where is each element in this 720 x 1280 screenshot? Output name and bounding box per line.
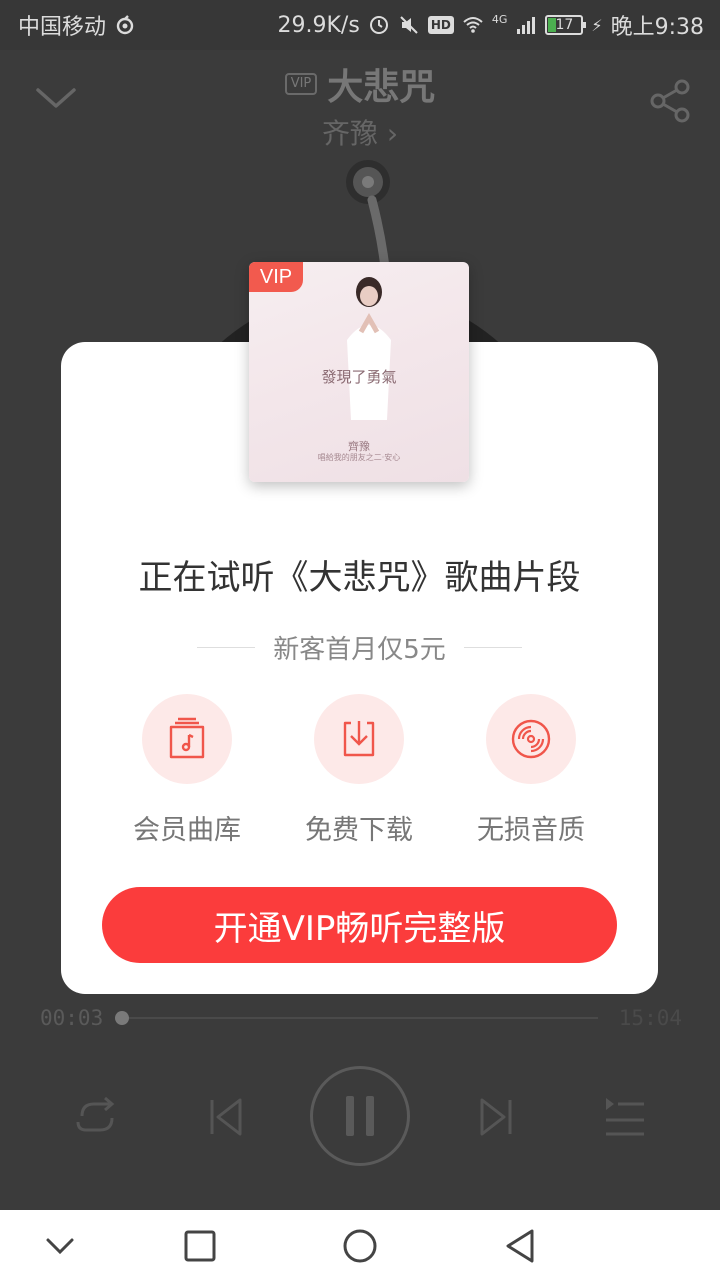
feature-label: 会员曲库 — [133, 815, 241, 846]
battery-icon: 17 — [545, 15, 587, 35]
feature-icon-circle — [486, 694, 576, 784]
promo-row: 新客首月仅5元 — [61, 630, 658, 665]
carrier-label: 中国移动 — [18, 15, 107, 40]
netease-icon — [116, 15, 134, 35]
feature-free-download: 免费下载 — [289, 694, 429, 847]
network-type: 4G — [491, 13, 508, 26]
network-speed: 29.9K/s — [277, 12, 360, 38]
feature-member-library: 会员曲库 — [117, 694, 257, 847]
feature-icon-circle — [142, 694, 232, 784]
recents-icon[interactable] — [180, 1226, 220, 1266]
wifi-icon — [463, 17, 483, 33]
dialog-title: 正在试听《大悲咒》歌曲片段 — [138, 558, 581, 598]
hd-badge: HD — [427, 16, 454, 34]
back-icon[interactable] — [500, 1226, 540, 1266]
divider — [463, 646, 522, 648]
charging-icon: ⚡ — [591, 15, 603, 35]
system-nav-bar — [0, 1210, 720, 1280]
feature-label: 无损音质 — [477, 815, 585, 846]
promo-text: 新客首月仅5元 — [273, 634, 446, 665]
hide-nav-icon[interactable] — [40, 1226, 80, 1266]
status-bar: 中国移动 29.9K/s HD 4G 17 ⚡ 晚上9:38 — [0, 0, 720, 50]
download-icon — [343, 721, 375, 757]
feature-icon-circle — [314, 694, 404, 784]
open-vip-button[interactable]: 开通VIP畅听完整版 — [102, 887, 617, 963]
album-cover-text: 發現了勇氣 — [321, 368, 397, 386]
music-folder-icon — [169, 717, 205, 759]
album-cover: VIP 發現了勇氣 齊豫 唱給我的朋友之二·安心 — [249, 262, 469, 482]
vinyl-disc-icon — [511, 719, 551, 759]
feature-lossless-quality: 无损音质 — [461, 694, 601, 847]
mute-icon — [400, 16, 418, 34]
home-icon[interactable] — [340, 1226, 380, 1266]
album-cover-subtitle: 唱給我的朋友之二·安心 — [317, 453, 401, 462]
alarm-icon — [369, 16, 388, 34]
singer-portrait — [347, 277, 391, 420]
feature-label: 免费下载 — [305, 815, 413, 846]
battery-level: 17 — [555, 17, 574, 33]
divider — [197, 646, 256, 648]
signal-icon — [517, 17, 536, 34]
vip-badge: VIP — [249, 262, 303, 292]
clock: 晚上9:38 — [610, 15, 704, 40]
